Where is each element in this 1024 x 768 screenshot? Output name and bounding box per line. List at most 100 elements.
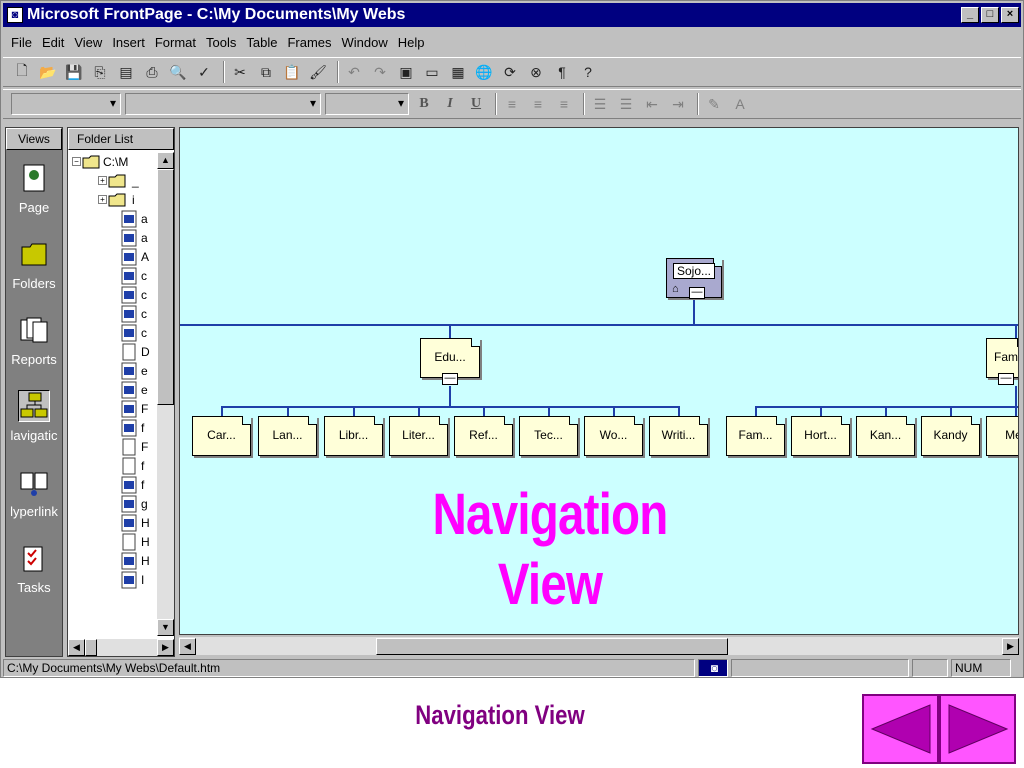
nav-node-level2[interactable]: Hort...	[791, 416, 850, 456]
nav-node-level2[interactable]: Car...	[192, 416, 251, 456]
align-left-icon[interactable]: ≡	[501, 93, 523, 115]
maximize-button[interactable]: □	[981, 7, 999, 23]
italic-icon[interactable]: I	[439, 93, 461, 115]
stop-icon[interactable]: ⊗	[525, 61, 547, 83]
tree-file-item[interactable]: H	[68, 513, 158, 532]
style-dropdown[interactable]	[11, 93, 121, 115]
canvas-horizontal-scrollbar[interactable]: ◀ ▶	[179, 637, 1019, 655]
menu-format[interactable]: Format	[155, 35, 196, 50]
scroll-left-button[interactable]: ◀	[179, 637, 196, 655]
align-center-icon[interactable]: ≡	[527, 93, 549, 115]
cut-icon[interactable]: ✂	[229, 61, 251, 83]
menu-file[interactable]: File	[11, 35, 32, 50]
undo-icon[interactable]: ↶	[343, 61, 365, 83]
nav-node-level2[interactable]: Kan...	[856, 416, 915, 456]
tree-file-item[interactable]: e	[68, 380, 158, 399]
open-icon[interactable]: 📂	[37, 61, 59, 83]
format-painter-icon[interactable]: 🖌	[307, 61, 329, 83]
tree-file-item[interactable]: g	[68, 494, 158, 513]
insert-table-icon[interactable]: ▭	[421, 61, 443, 83]
tree-file-item[interactable]: f	[68, 475, 158, 494]
menu-insert[interactable]: Insert	[112, 35, 145, 50]
nav-node-level2[interactable]: Lan...	[258, 416, 317, 456]
font-dropdown[interactable]	[125, 93, 321, 115]
tree-file-item[interactable]: f	[68, 456, 158, 475]
scroll-right-button[interactable]: ▶	[1002, 637, 1019, 655]
numbering-icon[interactable]: ☰	[589, 93, 611, 115]
menu-table[interactable]: Table	[246, 35, 277, 50]
tree-file-item[interactable]: D	[68, 342, 158, 361]
nav-node-level2[interactable]: Libr...	[324, 416, 383, 456]
refresh-icon[interactable]: ⟳	[499, 61, 521, 83]
folder-horizontal-scrollbar[interactable]: ◀ ▶	[68, 639, 174, 656]
print-preview-icon[interactable]: 🔍	[167, 61, 189, 83]
menu-help[interactable]: Help	[398, 35, 425, 50]
collapse-icon[interactable]: —	[442, 373, 458, 385]
folder-list-toggle-icon[interactable]: ▤	[115, 61, 137, 83]
menu-tools[interactable]: Tools	[206, 35, 236, 50]
scroll-down-button[interactable]: ▼	[157, 619, 174, 636]
help-icon[interactable]: ?	[577, 61, 599, 83]
nav-node-level2[interactable]: Writi...	[649, 416, 708, 456]
tree-file-item[interactable]: a	[68, 209, 158, 228]
paste-icon[interactable]: 📋	[281, 61, 303, 83]
tree-file-item[interactable]: F	[68, 399, 158, 418]
tree-file-item[interactable]: F	[68, 437, 158, 456]
nav-node-level2[interactable]: Ref...	[454, 416, 513, 456]
tree-file-item[interactable]: f	[68, 418, 158, 437]
show-all-icon[interactable]: ¶	[551, 61, 573, 83]
font-size-dropdown[interactable]	[325, 93, 409, 115]
print-icon[interactable]: ⎙	[141, 61, 163, 83]
font-color-icon[interactable]: A	[729, 93, 751, 115]
view-folders[interactable]: Folders	[6, 226, 62, 302]
previous-slide-button[interactable]	[862, 694, 939, 764]
bullets-icon[interactable]: ☰	[615, 93, 637, 115]
tree-folder-item[interactable]: + _	[68, 171, 158, 190]
view-tasks[interactable]: Tasks	[6, 530, 62, 606]
nav-node-level1[interactable]: Edu... —	[420, 338, 480, 385]
highlight-icon[interactable]: ✎	[703, 93, 725, 115]
spelling-icon[interactable]: ✓	[193, 61, 215, 83]
tree-root[interactable]: − C:\M	[68, 152, 158, 171]
view-page[interactable]: Page	[6, 150, 62, 226]
tree-file-item[interactable]: c	[68, 285, 158, 304]
scroll-thumb[interactable]	[85, 639, 97, 656]
underline-icon[interactable]: U	[465, 93, 487, 115]
nav-node-root[interactable]: Sojo... ⌂ —	[666, 258, 722, 299]
insert-picture-icon[interactable]: ▦	[447, 61, 469, 83]
folder-vertical-scrollbar[interactable]: ▲ ▼	[157, 152, 174, 636]
nav-node-level2[interactable]: Tec...	[519, 416, 578, 456]
tree-file-item[interactable]: A	[68, 247, 158, 266]
hyperlink-icon[interactable]: 🌐	[473, 61, 495, 83]
nav-node-level1[interactable]: Fam —	[986, 338, 1018, 385]
increase-indent-icon[interactable]: ⇥	[667, 93, 689, 115]
menu-window[interactable]: Window	[342, 35, 388, 50]
tree-file-item[interactable]: a	[68, 228, 158, 247]
menu-edit[interactable]: Edit	[42, 35, 64, 50]
new-page-icon[interactable]: 🗋	[11, 61, 33, 83]
close-button[interactable]: ×	[1001, 7, 1019, 23]
align-right-icon[interactable]: ≡	[553, 93, 575, 115]
app-icon[interactable]: ◙	[7, 7, 23, 23]
insert-component-icon[interactable]: ▣	[395, 61, 417, 83]
publish-icon[interactable]: ⎘	[89, 61, 111, 83]
save-icon[interactable]: 💾	[63, 61, 85, 83]
view-navigation[interactable]: lavigatic	[6, 378, 62, 454]
scroll-thumb[interactable]	[376, 637, 728, 655]
tree-file-item[interactable]: c	[68, 323, 158, 342]
collapse-icon[interactable]: —	[998, 373, 1014, 385]
next-slide-button[interactable]	[939, 694, 1016, 764]
collapse-icon[interactable]: —	[689, 287, 705, 299]
tree-file-item[interactable]: H	[68, 532, 158, 551]
nav-node-level2[interactable]: Mer	[986, 416, 1018, 456]
tree-file-item[interactable]: I	[68, 570, 158, 589]
tree-file-item[interactable]: c	[68, 304, 158, 323]
minimize-button[interactable]: _	[961, 7, 979, 23]
copy-icon[interactable]: ⧉	[255, 61, 277, 83]
nav-node-level2[interactable]: Wo...	[584, 416, 643, 456]
scroll-up-button[interactable]: ▲	[157, 152, 174, 169]
menu-frames[interactable]: Frames	[287, 35, 331, 50]
menu-view[interactable]: View	[74, 35, 102, 50]
bold-icon[interactable]: B	[413, 93, 435, 115]
tree-file-item[interactable]: H	[68, 551, 158, 570]
